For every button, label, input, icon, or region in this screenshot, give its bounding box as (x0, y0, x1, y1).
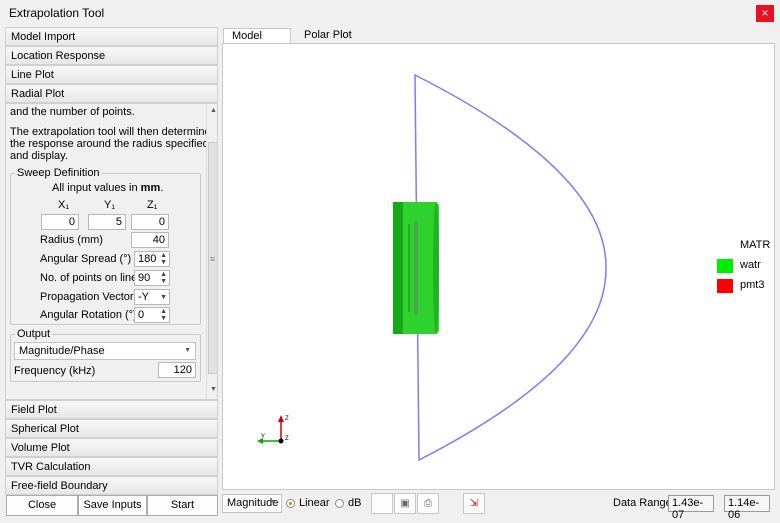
frequency-input[interactable]: 120 (158, 362, 196, 378)
chevron-down-icon[interactable]: ▼ (184, 347, 191, 354)
units-note: All input values in mm. (52, 182, 164, 194)
tab-model-view[interactable]: Model View (223, 28, 291, 54)
z-input[interactable]: 0 (131, 214, 169, 230)
legend-swatch-watr (717, 259, 733, 273)
export-icon[interactable]: ⇲ (463, 493, 485, 514)
propagation-vector-select[interactable]: -Y ▼ (134, 289, 170, 305)
chevron-down-icon[interactable]: ▼ (160, 294, 167, 301)
accordion-free-field-boundary[interactable]: Free-field Boundary (5, 476, 218, 495)
accordion-model-import[interactable]: Model Import (5, 27, 218, 46)
output-title: Output (15, 328, 53, 340)
blank-button[interactable] (371, 493, 393, 514)
z-axis-arrow (278, 415, 284, 422)
radial-plot-panel: and the number of points. The extrapolat… (5, 103, 218, 400)
spinner-arrows-icon[interactable]: ▲ ▼ (160, 252, 167, 266)
spinner-arrows-icon[interactable]: ▲ ▼ (160, 308, 167, 322)
model-view-canvas[interactable]: Z Y Z MATR watr pmt3 (222, 43, 775, 490)
db-radio[interactable] (335, 499, 344, 508)
scroll-up-icon[interactable]: ▲ (207, 107, 217, 114)
legend-label-pmt3: pmt3 (740, 279, 765, 291)
frequency-label: Frequency (kHz) (14, 365, 96, 377)
y-axis-label: Y (261, 434, 265, 440)
points-label: No. of points on line (40, 272, 138, 284)
radial-arc (414, 73, 607, 462)
range-min-value: 1.43e-07 (668, 495, 714, 521)
scroll-down-icon[interactable]: ▼ (207, 386, 217, 393)
accordion-line-plot[interactable]: Line Plot (5, 65, 218, 84)
angular-rotation-spinbox[interactable]: 0 ▲ ▼ (134, 307, 170, 323)
accordion-spherical-plot[interactable]: Spherical Plot (5, 419, 218, 438)
db-label: dB (348, 497, 362, 509)
sweep-definition-title: Sweep Definition (15, 167, 102, 179)
x-input[interactable]: 0 (41, 214, 79, 230)
radius-label: Radius (mm) (40, 234, 103, 246)
chevron-down-icon[interactable]: ▼ (270, 499, 277, 506)
panel-scrollbar[interactable]: ▲ ≡ ▼ (206, 104, 217, 399)
camera-icon[interactable]: ▣ (394, 493, 416, 514)
print-icon[interactable]: ⎙ (417, 493, 439, 514)
legend-swatch-pmt3 (717, 279, 733, 293)
transducer-face (433, 202, 439, 334)
range-max-value: 1.14e-06 (724, 495, 770, 521)
close-button[interactable]: Close (6, 495, 78, 516)
y-label: Y₁ (104, 199, 116, 211)
angular-spread-label: Angular Spread (°) (40, 253, 132, 265)
accordion-location-response[interactable]: Location Response (5, 46, 218, 65)
display-mode-select[interactable]: Magnitude ▼ (222, 494, 282, 513)
accordion-radial-plot[interactable]: Radial Plot (5, 84, 218, 103)
description-line-1: and the number of points. (10, 106, 135, 118)
description-line-4: and display. (10, 150, 68, 162)
data-range-label: Data Range (613, 497, 672, 509)
angular-spread-spinbox[interactable]: 180 ▲ ▼ (134, 251, 170, 267)
title-bar (0, 0, 780, 26)
grip-icon: ≡ (210, 254, 216, 264)
spinner-arrows-icon[interactable]: ▲ ▼ (160, 271, 167, 285)
close-window-icon[interactable]: × (756, 5, 774, 22)
transducer-element (414, 222, 418, 314)
transducer-side (393, 202, 403, 334)
linear-radio[interactable] (286, 499, 295, 508)
angular-rotation-label: Angular Rotation (°) (40, 309, 137, 321)
y-input[interactable]: 5 (88, 214, 126, 230)
model-view-svg: Z Y Z (257, 73, 607, 462)
z-label: Z₁ (147, 199, 158, 211)
accordion-tvr-calculation[interactable]: TVR Calculation (5, 457, 218, 476)
propagation-vector-label: Propagation Vector (40, 291, 134, 303)
axis-origin (278, 438, 284, 444)
output-mode-select[interactable]: Magnitude/Phase ▼ (14, 342, 196, 360)
start-button[interactable]: Start (147, 495, 218, 516)
z-axis-label-2: Z (285, 436, 289, 442)
points-spinbox[interactable]: 90 ▲ ▼ (134, 270, 170, 286)
legend-label-watr: watr (740, 259, 761, 271)
radius-input[interactable]: 40 (131, 232, 169, 248)
accordion-field-plot[interactable]: Field Plot (5, 400, 218, 419)
window-title: Extrapolation Tool (9, 6, 105, 20)
accordion-volume-plot[interactable]: Volume Plot (5, 438, 218, 457)
z-axis-label: Z (285, 416, 289, 422)
linear-label: Linear (299, 497, 330, 509)
x-label: X₁ (58, 199, 70, 211)
save-inputs-button[interactable]: Save Inputs (78, 495, 147, 516)
description-line-2: The extrapolation tool will then determi… (10, 126, 211, 138)
description-line-3: the response around the radius specified (10, 138, 209, 150)
tab-polar-plot[interactable]: Polar Plot (296, 28, 361, 44)
legend-title: MATR (740, 239, 771, 251)
